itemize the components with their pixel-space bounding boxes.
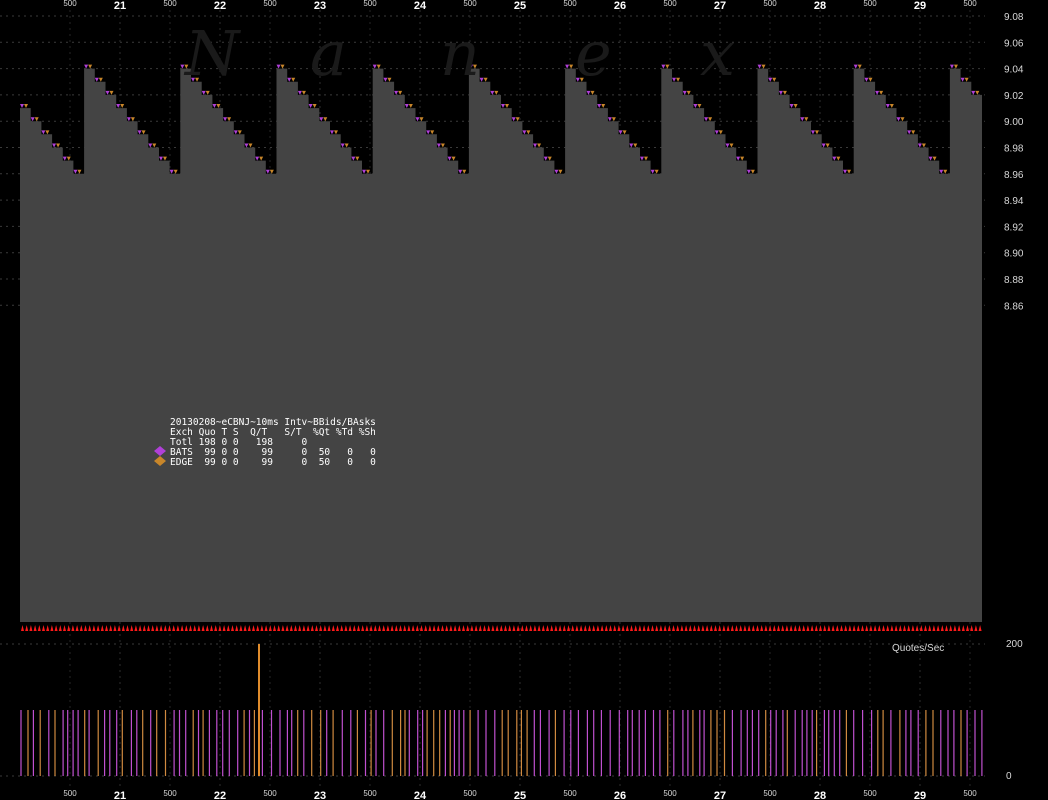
watermark-letter: n [440,17,480,90]
watermark-letter: N [183,17,242,90]
stats-row-edge: EDGE 99 0 0 99 0 50 0 0 [170,457,376,468]
stats-table: 20130208~eCBNJ~10ms Intv~BBids/BAsks Exc… [154,417,376,468]
overlay-layer: N a n e x 20130208~eCBNJ~10ms Intv~BBids… [154,17,944,654]
watermark-letter: a [310,17,347,90]
watermark-letter: e [575,17,612,90]
volume-label: Quotes/Sec [892,643,944,654]
edge-diamond-icon [154,456,166,466]
watermark-letter: x [700,17,735,90]
bats-diamond-icon [154,446,166,456]
chart-window: 9.08 9.06 9.04 9.02 9.00 8.98 8.96 8.94 8.92 8.90… [0,0,1048,800]
watermark: N a n e x [183,17,735,90]
